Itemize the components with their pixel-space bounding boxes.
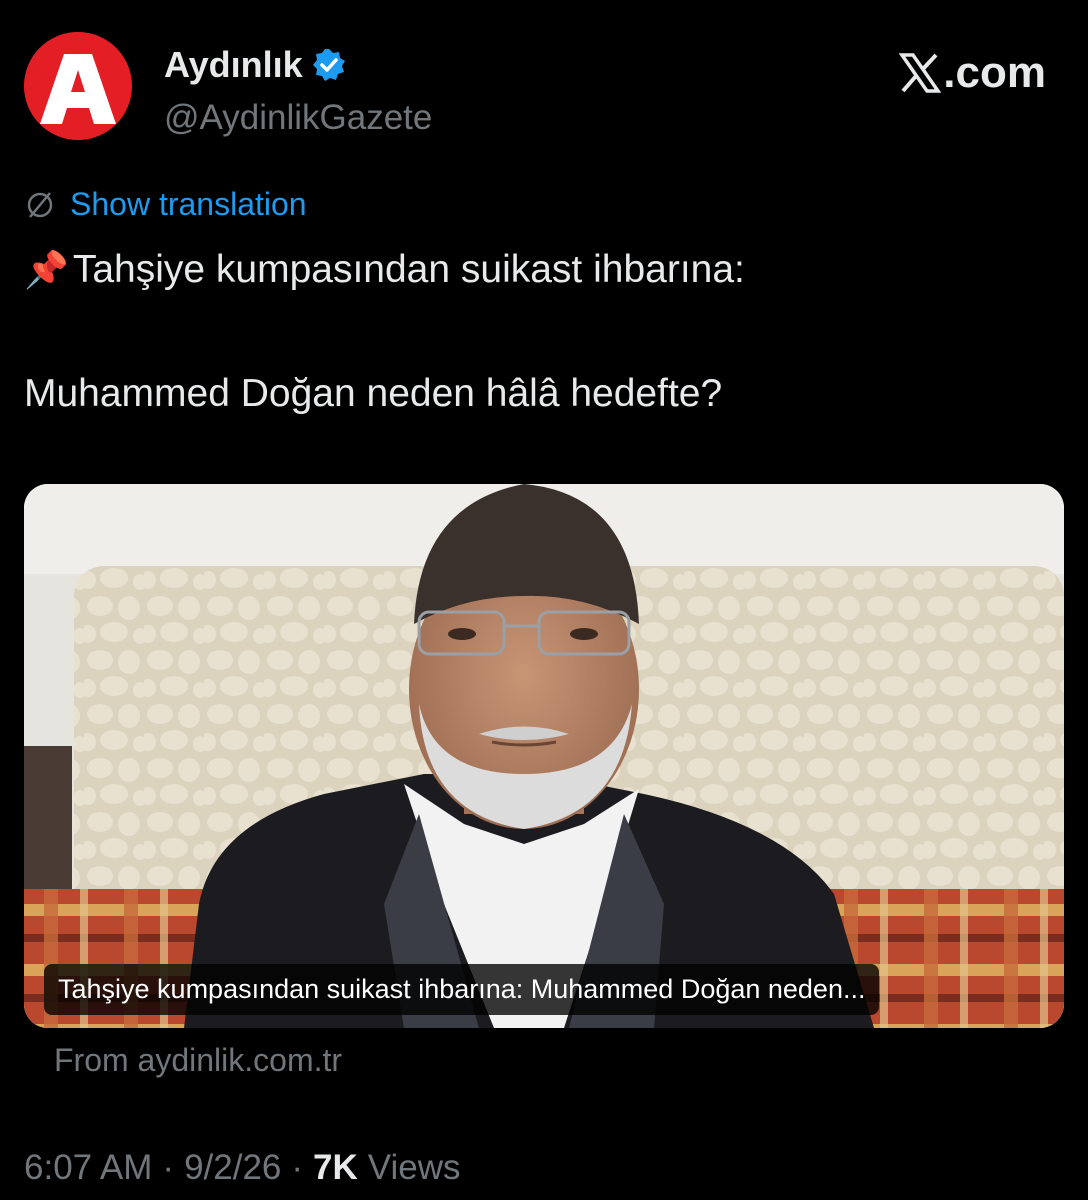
pushpin-icon: 📌: [24, 249, 69, 290]
link-source[interactable]: From aydinlik.com.tr: [54, 1042, 342, 1079]
show-translation-link[interactable]: Show translation: [70, 186, 307, 223]
link-card[interactable]: Tahşiye kumpasından suikast ihbarına: Mu…: [24, 484, 1064, 1028]
tweet-date[interactable]: 9/2/26: [184, 1148, 281, 1188]
account-name-row: Aydınlık: [164, 44, 347, 86]
account-handle[interactable]: @AydinlikGazete: [164, 98, 432, 138]
meta-separator: ·: [162, 1148, 175, 1187]
aydinlik-logo-icon: [24, 32, 132, 140]
x-logo-icon: [899, 53, 942, 93]
avatar[interactable]: [24, 32, 132, 140]
tweet-text-line-1: 📌 Tahşiye kumpasından suikast ihbarına:: [24, 248, 745, 292]
meta-separator: ·: [291, 1148, 304, 1187]
tweet-text-headline: Tahşiye kumpasından suikast ihbarına:: [72, 248, 745, 291]
globe-icon: [24, 189, 56, 221]
views-label: Views: [367, 1148, 461, 1187]
views-count[interactable]: 7K: [313, 1148, 358, 1188]
verified-badge-icon: [311, 47, 347, 83]
tweet-meta: 6:07 AM · 9/2/26 · 7K Views: [24, 1148, 461, 1188]
x-com-brand: .com: [899, 48, 1046, 98]
link-card-title[interactable]: Tahşiye kumpasından suikast ihbarına: Mu…: [44, 964, 880, 1015]
translation-row[interactable]: Show translation: [24, 186, 307, 223]
x-com-text: .com: [943, 48, 1046, 97]
tweet-text-line-2: Muhammed Doğan neden hâlâ hedefte?: [24, 372, 723, 415]
display-name[interactable]: Aydınlık: [164, 44, 303, 86]
tweet-time[interactable]: 6:07 AM: [24, 1148, 152, 1188]
article-photo: [24, 484, 1064, 1028]
